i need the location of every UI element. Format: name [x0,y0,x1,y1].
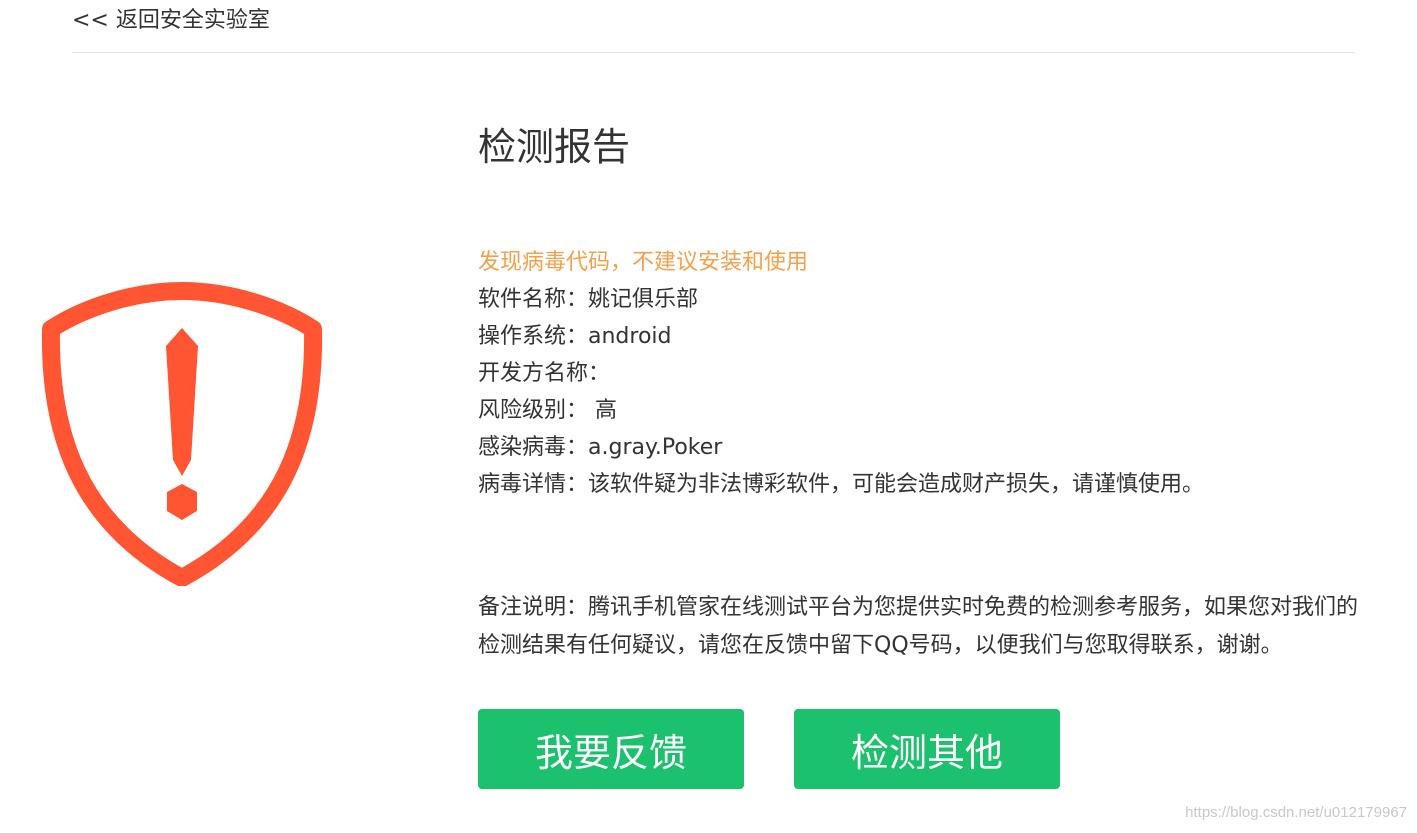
feedback-button[interactable]: 我要反馈 [478,709,744,789]
virus-details: 病毒详情：该软件疑为非法博彩软件，可能会造成财产损失，请谨慎使用。 [478,472,1205,497]
back-to-security-lab-link[interactable]: << 返回安全实验室 [72,2,270,34]
remarks-note: 备注说明：腾讯手机管家在线测试平台为您提供实时免费的检测参考服务，如果您对我们的… [478,595,1359,658]
virus-warning: 发现病毒代码，不建议安装和使用 [478,250,809,275]
exclamation-bar [166,328,198,476]
report-page: << 返回安全实验室 检测报告 发现病毒代码，不建议安装和使用 软件名称：姚记俱… [0,0,1417,833]
exclamation-dot [167,484,197,520]
shield-warning-icon [41,282,323,586]
developer-name: 开发方名称： [478,361,611,386]
risk-level: 风险级别： 高 [478,398,617,423]
operating-system: 操作系统：android [478,324,672,349]
report-details: 发现病毒代码，不建议安装和使用 软件名称：姚记俱乐部 操作系统：android … [478,244,1204,503]
report-title: 检测报告 [478,125,631,169]
header-divider [72,52,1355,53]
software-name: 软件名称：姚记俱乐部 [478,287,699,312]
watermark-url: https://blog.csdn.net/u012179967 [1185,804,1407,821]
check-other-button[interactable]: 检测其他 [794,709,1060,789]
infected-virus: 感染病毒：a.gray.Poker [478,435,723,460]
